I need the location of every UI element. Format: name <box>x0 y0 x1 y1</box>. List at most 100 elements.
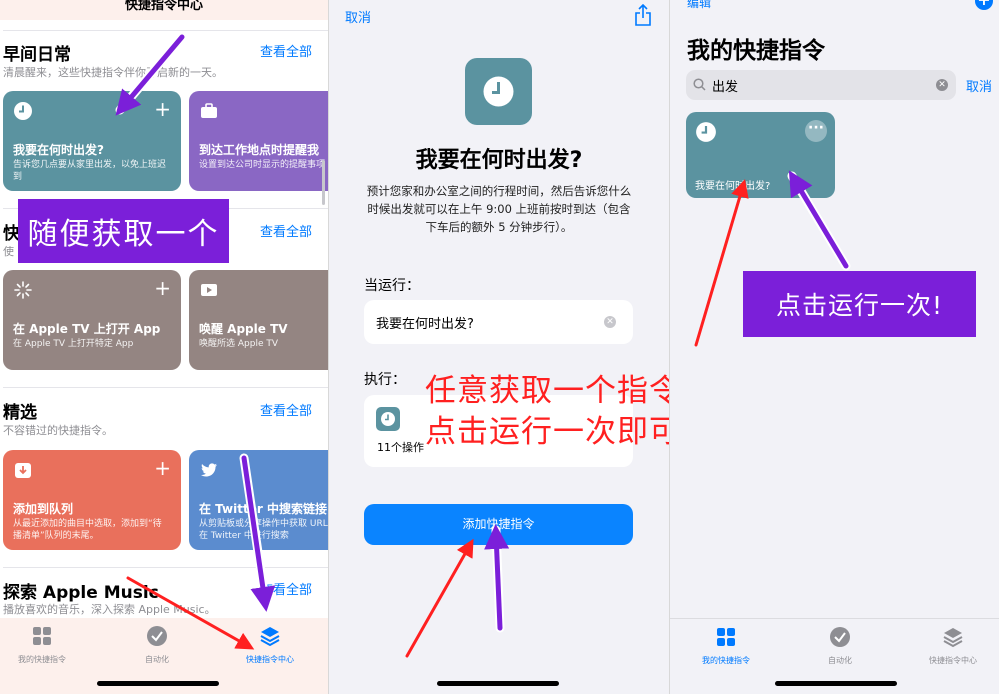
edit-button[interactable]: 编辑 <box>687 0 711 11</box>
shortcut-small-icon <box>376 407 400 431</box>
divider <box>3 30 328 31</box>
card-title: 添加到队列 <box>13 502 74 516</box>
tab-automation[interactable]: 自动化 <box>125 624 189 665</box>
shortcut-detail-panel: 取消 我要在何时出发? 预计您家和办公室之间的行程时间，然后告诉您什么时候出发就… <box>329 0 669 694</box>
tab-my-shortcuts[interactable]: 我的快捷指令 <box>694 625 758 666</box>
card-description: 告诉您几点要从家里出发，以免上班迟到 <box>13 160 167 182</box>
cancel-search-button[interactable]: 取消 <box>966 76 992 95</box>
shortcut-card-arrive-work[interactable]: 到达工作地点时提醒我 设置到达公司时显示的提醒事项 <box>189 91 328 191</box>
scrollbar[interactable] <box>322 160 325 205</box>
card-description: 从剪贴板或分享操作中获取 URL，然后在 Twitter 中进行搜索 <box>199 519 328 541</box>
add-shortcut-button[interactable]: 添加快捷指令 <box>364 504 633 545</box>
clock-check-icon <box>147 626 167 646</box>
shortcut-card-add-queue[interactable]: + 添加到队列 从最近添加的曲目中选取，添加到“待播清单”队列的末尾。 <box>3 450 181 550</box>
page-title: 我的快捷指令 <box>687 38 825 64</box>
layers-icon <box>260 627 280 647</box>
clear-icon[interactable]: ✕ <box>604 316 616 328</box>
card-title: 在 Twitter 中搜索链接 <box>199 502 327 516</box>
clock-icon <box>381 412 395 426</box>
divider <box>3 567 328 568</box>
tab-gallery[interactable]: 快捷指令中心 <box>921 625 985 666</box>
add-shortcut-plus-icon[interactable]: + <box>975 0 993 10</box>
shortcut-card-twitter-search[interactable]: 在 Twitter 中搜索链接 从剪贴板或分享操作中获取 URL，然后在 Twi… <box>189 450 328 550</box>
gallery-panel: 快捷指令中心 早间日常 查看全部 清晨醒来，这些快捷指令伴你开启新的一天。 + … <box>0 0 328 694</box>
shortcut-card-wake-tv[interactable]: + 唤醒 Apple TV 唤醒所选 Apple TV <box>189 270 328 370</box>
annotation-callout: 随便获取一个 <box>18 199 229 263</box>
search-icon <box>693 78 706 91</box>
see-all-quick-link[interactable]: 查看全部 <box>260 221 312 240</box>
twitter-icon <box>201 463 217 477</box>
download-icon <box>15 463 31 478</box>
card-title: 唤醒 Apple TV <box>199 322 288 336</box>
tab-label: 快捷指令中心 <box>929 656 977 665</box>
card-description: 在 Apple TV 上打开特定 App <box>13 339 134 349</box>
card-description: 从最近添加的曲目中选取，添加到“待播清单”队列的末尾。 <box>13 519 162 541</box>
overlay-instruction-line2: 点击运行一次即可 <box>425 414 669 450</box>
when-run-phrase-field[interactable]: 我要在何时出发? ✕ <box>364 300 633 344</box>
more-options-icon[interactable]: ··· <box>805 120 827 142</box>
tab-bar: 我的快捷指令 自动化 快捷指令中心 <box>670 618 999 694</box>
tab-label: 自动化 <box>828 656 852 665</box>
see-all-featured-link[interactable]: 查看全部 <box>260 400 312 419</box>
grid-icon <box>717 628 735 646</box>
tab-label: 我的快捷指令 <box>18 655 66 664</box>
clock-check-icon <box>830 627 850 647</box>
add-plus-icon[interactable]: + <box>154 458 171 478</box>
when-run-phrase-value: 我要在何时出发? <box>376 317 474 332</box>
clear-search-icon[interactable]: ✕ <box>936 79 948 91</box>
tab-label: 我的快捷指令 <box>702 656 750 665</box>
clock-icon <box>483 76 514 107</box>
shortcut-card-when-leave[interactable]: ··· 我要在何时出发? <box>686 112 835 198</box>
card-title: 在 Apple TV 上打开 App <box>13 322 161 336</box>
annotation-callout: 点击运行一次! <box>743 271 976 337</box>
section-subtitle-apple-music: 播放喜欢的音乐，深入探索 Apple Music。 <box>3 603 216 616</box>
card-title: 我要在何时出发? <box>13 143 104 157</box>
tab-bar: 我的快捷指令 自动化 快捷指令中心 <box>0 618 328 694</box>
shortcut-title: 我要在何时出发? <box>415 148 583 173</box>
clock-icon <box>696 122 716 142</box>
tv-play-icon <box>201 284 217 296</box>
share-icon[interactable] <box>634 4 652 26</box>
tab-label: 快捷指令中心 <box>246 655 294 664</box>
card-description: 设置到达公司时显示的提醒事项 <box>199 160 326 170</box>
overlay-instruction-line1: 任意获取一个指令 <box>425 373 669 409</box>
search-input[interactable]: 出发 ✕ <box>686 70 956 100</box>
card-title: 我要在何时出发? <box>695 181 771 192</box>
my-shortcuts-panel: 编辑 + 我的快捷指令 出发 ✕ 取消 ··· 我要在何时出发? 点击运行一次!… <box>670 0 999 694</box>
shortcut-description: 预计您家和办公室之间的行程时间，然后告诉您什么时候出发就可以在上午 9:00 上… <box>366 184 632 234</box>
card-title: 到达工作地点时提醒我 <box>199 143 320 157</box>
shortcut-card-open-app-tv[interactable]: + 在 Apple TV 上打开 App 在 Apple TV 上打开特定 Ap… <box>3 270 181 370</box>
gallery-title: 快捷指令中心 <box>124 0 203 13</box>
briefcase-icon <box>201 103 217 118</box>
section-subtitle-morning: 清晨醒来，这些快捷指令伴你开启新的一天。 <box>3 66 223 79</box>
tab-label: 自动化 <box>145 655 169 664</box>
sparkle-icon <box>14 281 32 299</box>
see-all-apple-music-link[interactable]: 查看全部 <box>260 579 312 598</box>
section-title-apple-music: 探索 Apple Music <box>3 583 159 603</box>
home-indicator <box>437 681 559 686</box>
action-count: 11个操作 <box>377 441 424 454</box>
shortcut-card-when-leave[interactable]: + 我要在何时出发? 告诉您几点要从家里出发，以免上班迟到 <box>3 91 181 191</box>
see-all-morning-link[interactable]: 查看全部 <box>260 41 312 60</box>
tab-my-shortcuts[interactable]: 我的快捷指令 <box>10 624 74 665</box>
home-indicator <box>97 681 219 686</box>
gallery-header: 快捷指令中心 <box>0 0 328 20</box>
add-plus-icon[interactable]: + <box>154 278 171 298</box>
search-query: 出发 <box>712 80 739 95</box>
tab-gallery[interactable]: 快捷指令中心 <box>238 624 302 665</box>
execute-label: 执行： <box>364 372 406 388</box>
clock-icon <box>14 102 32 120</box>
section-title-featured: 精选 <box>3 403 37 423</box>
grid-icon <box>33 627 51 645</box>
section-subtitle-quick: 使 <box>3 245 14 258</box>
divider <box>3 387 328 388</box>
section-title-morning: 早间日常 <box>3 45 71 65</box>
section-subtitle-featured: 不容错过的快捷指令。 <box>3 424 113 437</box>
layers-icon <box>943 628 963 648</box>
shortcut-large-icon <box>465 58 532 125</box>
tab-automation[interactable]: 自动化 <box>808 625 872 666</box>
card-description: 唤醒所选 Apple TV <box>199 339 278 349</box>
home-indicator <box>775 681 897 686</box>
add-plus-icon[interactable]: + <box>154 99 171 119</box>
cancel-button[interactable]: 取消 <box>345 7 371 26</box>
